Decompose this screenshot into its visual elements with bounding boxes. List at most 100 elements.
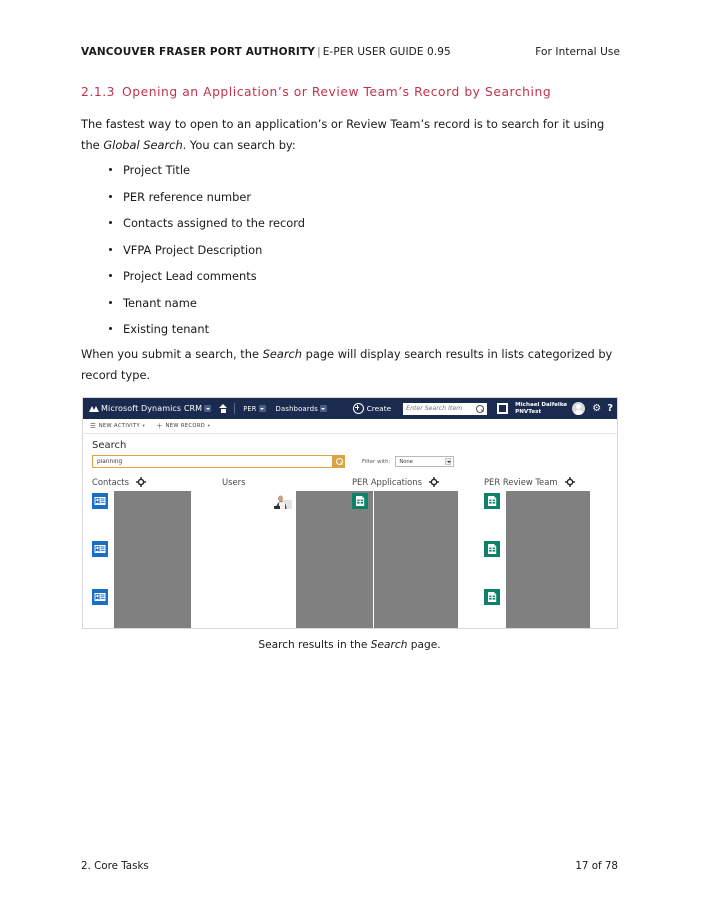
new-record-chevron-down-icon[interactable]: ▾ [208, 424, 211, 429]
help-icon[interactable]: ? [607, 403, 613, 414]
result-column-header: PER Applications [352, 475, 484, 489]
avatar[interactable] [572, 402, 586, 415]
list-item: VFPA Project Description [81, 240, 616, 267]
redacted-content [506, 491, 590, 628]
search-submit-button[interactable] [332, 455, 345, 468]
filter-chevron-down-icon[interactable] [445, 458, 452, 465]
crm-product-name: Microsoft Dynamics CRM [101, 404, 203, 413]
user-org: PNVTest [515, 408, 542, 415]
refresh-icon[interactable] [135, 477, 146, 487]
refresh-icon[interactable] [428, 477, 439, 487]
new-activity-label: NEW ACTIVITY [98, 423, 141, 429]
outro-emphasis: Search [262, 347, 302, 361]
classification-label: For Internal Use [535, 46, 620, 58]
list-item[interactable] [92, 541, 108, 557]
header-separator: | [317, 46, 321, 58]
section-title: Opening an Application’s or Review Team’… [122, 85, 552, 99]
contact-card-icon [92, 589, 108, 605]
create-button-label: Create [366, 404, 392, 413]
crm-screenshot-figure: Microsoft Dynamics CRM PER Dashboards Cr… [82, 397, 618, 629]
outro-text-1: When you submit a search, the [81, 347, 263, 361]
new-record-icon: ＋ [156, 422, 163, 430]
dynamics-logo-icon [89, 405, 99, 412]
new-activity-chevron-down-icon[interactable]: ▾ [143, 424, 146, 429]
caption-text-1: Search results in the [258, 639, 371, 651]
list-item[interactable] [484, 589, 500, 605]
outro-paragraph: When you submit a search, the Search pag… [81, 344, 616, 385]
home-icon[interactable] [219, 404, 228, 413]
result-rows [484, 489, 610, 628]
result-column-header: Users [222, 475, 352, 489]
caption-text-2: page. [407, 639, 441, 651]
area-chevron-down-icon[interactable] [258, 405, 266, 412]
footer-page-number: 17 of 78 [575, 860, 618, 872]
filter-select[interactable]: None [395, 456, 455, 467]
list-item: Contacts assigned to the record [81, 213, 616, 240]
filter-group: Filter with: None [362, 456, 455, 467]
nav-area-per[interactable]: PER [243, 405, 256, 413]
page-footer: 2. Core Tasks 17 of 78 [81, 860, 618, 872]
result-column-contacts: Contacts [92, 475, 222, 628]
result-rows [222, 489, 373, 628]
list-item-label: VFPA Project Description [123, 242, 263, 257]
list-item-label: Existing tenant [123, 322, 210, 336]
running-head: VANCOUVER FRASER PORT AUTHORITY | E-PER US… [81, 46, 620, 58]
nav-divider [234, 403, 236, 414]
list-item-label: PER reference number [123, 189, 252, 204]
app-switcher-icon[interactable] [497, 403, 509, 414]
result-column-users: Users [222, 475, 373, 628]
result-column-header: Contacts [92, 475, 222, 489]
running-head-left: VANCOUVER FRASER PORT AUTHORITY | E-PER US… [81, 46, 451, 58]
result-column-title: Users [222, 477, 246, 487]
list-item[interactable] [274, 493, 292, 509]
list-item[interactable] [352, 493, 368, 509]
user-name: Michael Dalfelke [515, 402, 568, 408]
list-item[interactable] [484, 541, 500, 557]
intro-paragraph: The fastest way to open to an applicatio… [81, 114, 616, 155]
document-page: VANCOUVER FRASER PORT AUTHORITY | E-PER US… [0, 0, 701, 907]
list-item: PER reference number [81, 187, 616, 214]
plus-circle-icon [352, 403, 364, 414]
contact-card-icon [92, 541, 108, 557]
crm-product-logo[interactable]: Microsoft Dynamics CRM [89, 404, 203, 413]
search-results: Contacts Users PER Applications PER Revi… [92, 475, 610, 628]
product-chevron-down-icon[interactable] [204, 405, 212, 412]
footer-chapter: 2. Core Tasks [81, 860, 149, 872]
search-input[interactable] [93, 457, 332, 466]
new-activity-button[interactable]: ☰ NEW ACTIVITY ▾ [90, 422, 146, 430]
refresh-icon[interactable] [564, 477, 575, 487]
list-item[interactable] [92, 589, 108, 605]
list-item[interactable] [484, 493, 500, 509]
list-item: Existing tenant [81, 319, 616, 346]
filter-select-value: None [399, 458, 413, 465]
new-record-label: NEW RECORD [165, 423, 206, 429]
list-item[interactable] [92, 493, 108, 509]
application-document-icon [352, 493, 368, 509]
result-column-title: PER Review Team [484, 477, 558, 487]
global-search-box[interactable] [403, 402, 488, 415]
search-by-list: Project Title PER reference number Conta… [81, 160, 616, 346]
global-search-input[interactable] [406, 405, 477, 412]
create-button[interactable]: Create [352, 403, 392, 414]
search-icon[interactable] [476, 404, 485, 413]
search-query-field[interactable] [92, 455, 345, 468]
result-column-per-review-team: PER Review Team [484, 475, 610, 628]
intro-emphasis: Global Search [103, 137, 183, 152]
result-rows [352, 489, 484, 628]
result-column-header: PER Review Team [484, 475, 610, 489]
result-rows [92, 489, 222, 628]
gear-icon[interactable]: ⚙ [592, 403, 601, 414]
dashboards-chevron-down-icon[interactable] [319, 405, 327, 412]
section-number: 2.1.3 [81, 85, 116, 99]
figure-caption: Search results in the Search page. [81, 639, 618, 651]
nav-dashboards[interactable]: Dashboards [276, 405, 318, 413]
new-record-button[interactable]: ＋ NEW RECORD ▾ [156, 422, 211, 430]
page-title: Search [92, 440, 127, 451]
new-activity-icon: ☰ [90, 422, 97, 430]
list-item: Tenant name [81, 293, 616, 320]
result-column-title: PER Applications [352, 477, 422, 487]
list-item-label: Project Title [123, 163, 191, 177]
review-team-document-icon [484, 493, 500, 509]
list-item-label: Contacts assigned to the record [123, 216, 305, 230]
user-identity[interactable]: Michael Dalfelke PNVTest [515, 402, 567, 415]
